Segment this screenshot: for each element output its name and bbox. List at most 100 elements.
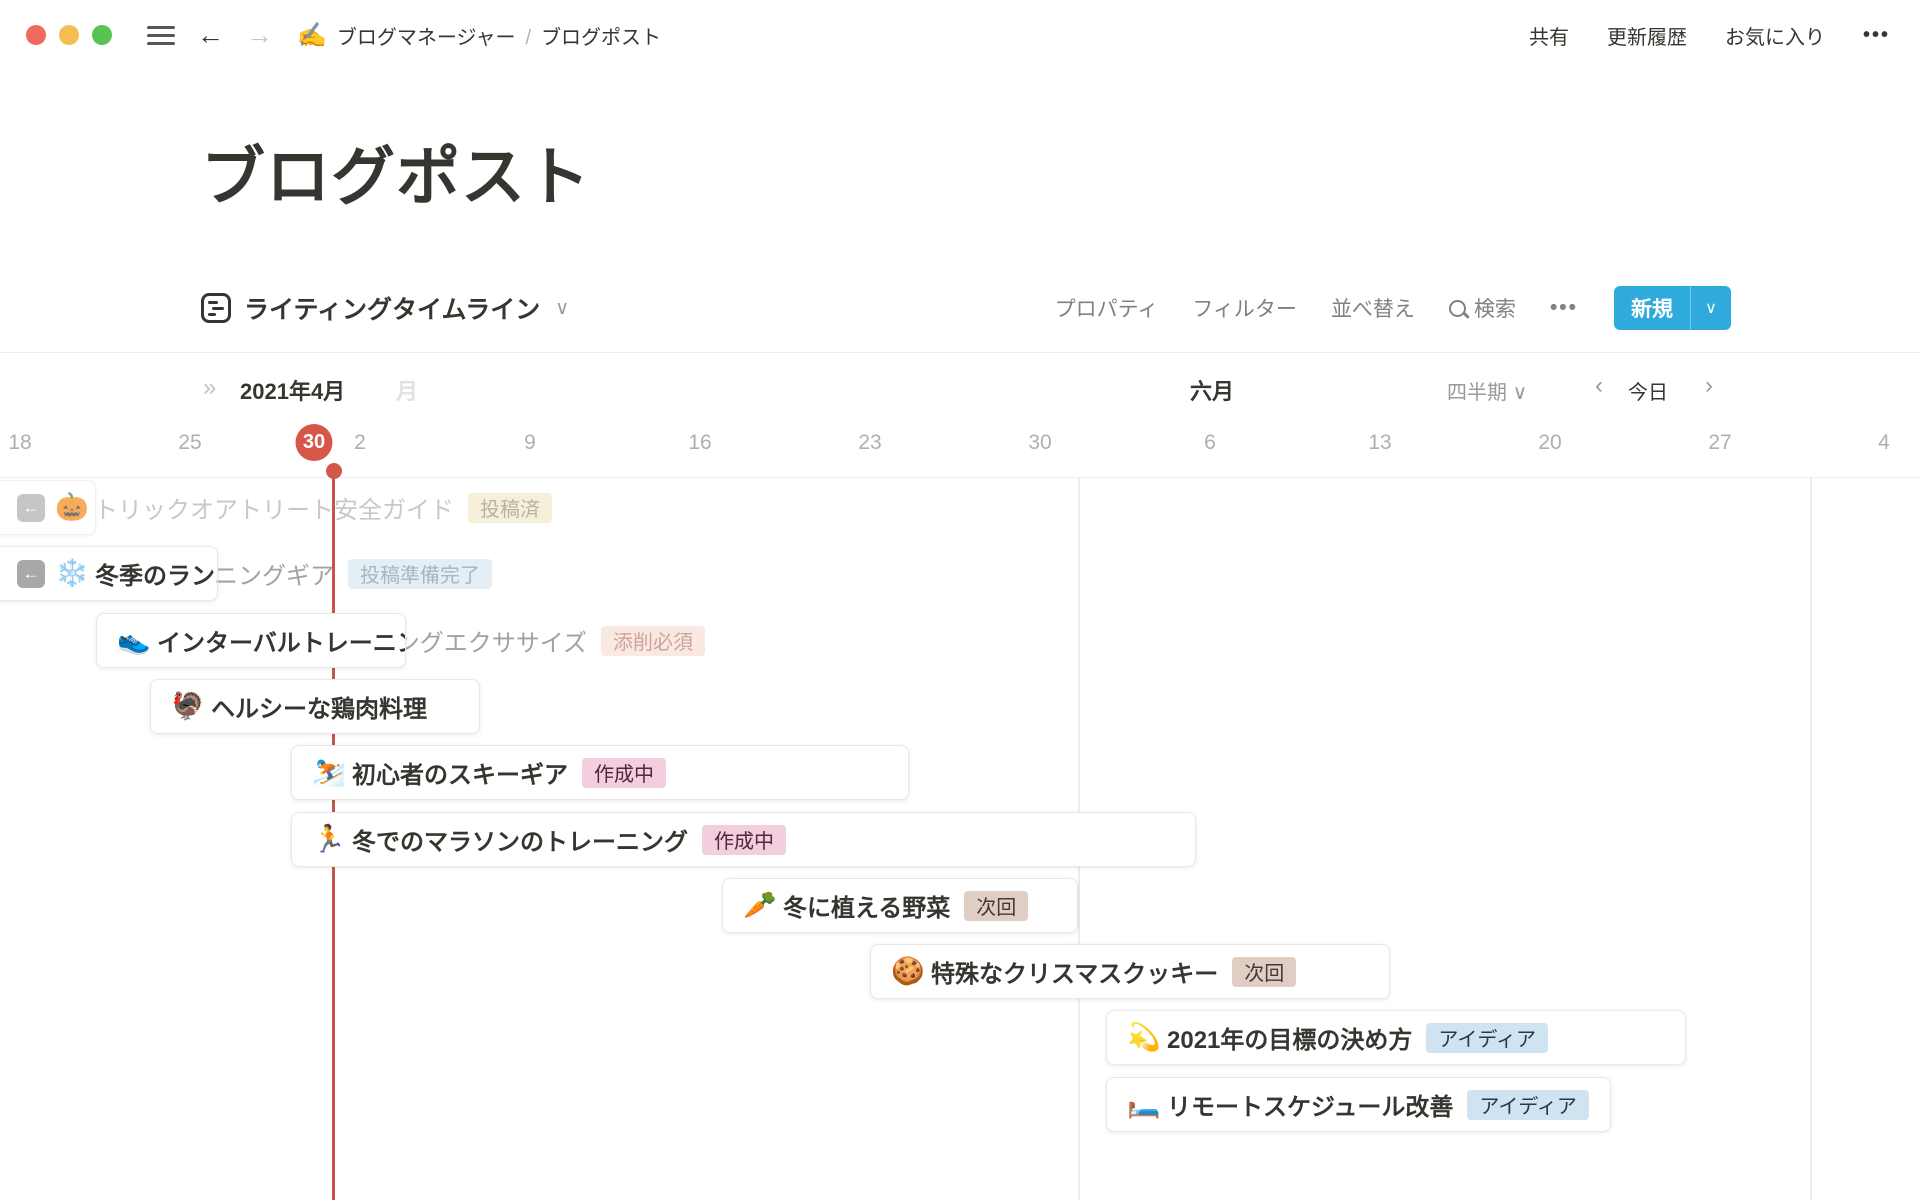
toolbar-divider — [0, 352, 1920, 353]
status-badge: 投稿準備完了 — [348, 559, 492, 589]
window-titlebar: ← → ✍️ ブログマネージャー / ブログポスト 共有 更新履歴 お気に入り ••… — [0, 0, 1920, 70]
date-tick-label: 27 — [1708, 431, 1731, 455]
date-tick-label: 4 — [1878, 431, 1890, 455]
favorite-button[interactable]: お気に入り — [1725, 21, 1825, 50]
page-title: ブログポスト — [201, 126, 591, 218]
jack-o-lantern-emoji: 🎃 — [55, 494, 85, 521]
timeline-body[interactable]: ←🎃トリックオアトリート安全ガイド投稿済←🎃トリックオアトリート安全ガイド←❄️… — [0, 478, 1920, 1200]
timeline-item-card[interactable]: 🏃 冬でのマラソンのトレーニング作成中 — [291, 812, 1196, 867]
view-name: ライティングタイムライン — [244, 290, 540, 326]
bed-emoji: 🛏️ — [1127, 1091, 1157, 1118]
today-button[interactable]: 今日 — [1628, 376, 1668, 405]
window-minimize-button[interactable] — [59, 25, 79, 45]
scroll-to-item-button[interactable]: ← — [17, 560, 45, 588]
skier-emoji: ⛷️ — [312, 759, 342, 786]
more-options-icon[interactable]: ••• — [1863, 24, 1890, 47]
timeline-item-card[interactable]: 💫 2021年の目標の決め方アイディア — [1106, 1010, 1686, 1065]
timeline-item-card[interactable]: 🛏️ リモートスケジュール改善アイディア — [1106, 1077, 1611, 1132]
window-close-button[interactable] — [26, 25, 46, 45]
scroll-to-item-button[interactable]: ← — [17, 494, 45, 522]
view-more-options-icon[interactable]: ••• — [1550, 296, 1578, 320]
timeline-item-card[interactable]: 🥕 冬に植える野菜次回 — [722, 878, 1078, 933]
status-badge: 投稿済 — [468, 493, 552, 523]
sidebar-menu-icon[interactable] — [147, 26, 175, 45]
status-badge: 作成中 — [582, 758, 666, 788]
new-button[interactable]: 新規 ∨ — [1614, 286, 1731, 330]
timeline-range-label[interactable]: 2021年4月 — [240, 374, 345, 406]
timeline-view-icon — [201, 293, 231, 323]
timeline-item-card[interactable]: ← 🎃 トリックオアトリート安全ガイド — [0, 480, 96, 535]
snowflake-emoji: ❄️ — [55, 560, 85, 587]
month-divider-line — [1810, 478, 1812, 1200]
date-tick-label: 16 — [688, 431, 711, 455]
filter-button[interactable]: フィルター — [1192, 293, 1297, 323]
item-title: 初心者のスキーギア — [352, 755, 568, 790]
status-badge: アイディア — [1426, 1023, 1548, 1053]
chevron-down-icon: ∨ — [1513, 382, 1528, 404]
share-button[interactable]: 共有 — [1529, 21, 1569, 50]
search-button[interactable]: 検索 — [1449, 293, 1516, 323]
prev-period-icon[interactable]: ‹ — [1595, 372, 1603, 400]
properties-button[interactable]: プロパティ — [1055, 293, 1159, 323]
timeline-item-card[interactable]: 🍪 特殊なクリスマスクッキー次回 — [870, 944, 1390, 999]
date-tick-label: 9 — [524, 431, 536, 455]
cookie-emoji: 🍪 — [891, 958, 921, 985]
timeline-item-card[interactable]: 🦃 ヘルシーな鶏肉料理 — [150, 679, 480, 734]
timeline-item-card[interactable]: ← ❄️ 冬季のランニングギア — [0, 546, 218, 601]
date-tick-label: 23 — [858, 431, 881, 455]
view-switcher[interactable]: ライティングタイムライン ∨ — [201, 290, 569, 326]
today-line-dot — [326, 463, 342, 479]
runner-emoji: 🏃 — [312, 826, 342, 853]
database-toolbar: ライティングタイムライン ∨ プロパティ フィルター 並べ替え 検索 ••• 新… — [201, 284, 1731, 332]
breadcrumb-current[interactable]: ブログポスト — [541, 27, 661, 49]
item-title: トリックオアトリート安全ガイド — [95, 490, 96, 525]
status-badge: 次回 — [1232, 957, 1296, 987]
running-shoe-emoji: 👟 — [117, 627, 147, 654]
back-icon[interactable]: ← — [197, 22, 224, 49]
chevron-down-icon: ∨ — [555, 297, 569, 320]
status-badge: 添削必須 — [601, 626, 705, 656]
search-icon — [1449, 300, 1466, 317]
updates-button[interactable]: 更新履歴 — [1607, 21, 1687, 50]
item-title: ヘルシーな鶏肉料理 — [211, 689, 427, 724]
date-tick-label: 2 — [354, 431, 366, 455]
forward-icon[interactable]: → — [246, 22, 273, 49]
carrot-emoji: 🥕 — [743, 892, 773, 919]
timeline-item-card[interactable]: ⛷️ 初心者のスキーギア作成中 — [291, 745, 909, 800]
ghost-month-glyph: 月 — [396, 374, 418, 406]
item-title: 2021年の目標の決め方 — [1167, 1020, 1412, 1055]
status-badge: アイディア — [1467, 1090, 1589, 1120]
window-zoom-button[interactable] — [92, 25, 112, 45]
new-button-label[interactable]: 新規 — [1614, 286, 1690, 330]
timeline-item-card[interactable]: 👟 インターバルトレーニングエクササイズ — [96, 613, 406, 668]
status-badge: 次回 — [964, 891, 1028, 921]
sort-button[interactable]: 並べ替え — [1331, 293, 1415, 323]
breadcrumb-parent[interactable]: ブログマネージャー — [337, 27, 516, 49]
month-label-june: 六月 — [1190, 374, 1234, 406]
date-tick-label: 6 — [1204, 431, 1216, 455]
new-button-chevron-icon[interactable]: ∨ — [1690, 286, 1731, 330]
status-badge: 作成中 — [702, 825, 786, 855]
item-title: リモートスケジュール改善 — [1167, 1087, 1453, 1122]
zoom-level-select[interactable]: 四半期 ∨ — [1447, 376, 1527, 405]
item-title: 冬でのマラソンのトレーニング — [352, 822, 688, 857]
item-title: 冬季のランニングギア — [95, 556, 218, 591]
date-tick-label: 18 — [8, 431, 31, 455]
breadcrumb-separator: / — [526, 27, 532, 49]
date-tick-label: 13 — [1368, 431, 1391, 455]
item-title: インターバルトレーニングエクササイズ — [157, 623, 406, 658]
date-scale: 18 25 30 2 9 16 23 30 6 13 20 27 4 — [0, 424, 1920, 464]
dizzy-emoji: 💫 — [1127, 1024, 1157, 1051]
breadcrumb: ブログマネージャー / ブログポスト — [337, 21, 661, 50]
today-date-marker: 30 — [296, 424, 333, 461]
page-emoji-icon: ✍️ — [297, 21, 327, 50]
item-title: 冬に植える野菜 — [783, 888, 950, 923]
date-tick-label: 25 — [178, 431, 201, 455]
item-title-overflow: トリックオアトリート安全ガイド — [94, 490, 454, 525]
date-tick-label: 20 — [1538, 431, 1561, 455]
next-period-icon[interactable]: › — [1705, 372, 1713, 400]
fast-forward-icon[interactable]: » — [203, 374, 216, 402]
date-tick-label: 30 — [1028, 431, 1051, 455]
item-title: 特殊なクリスマスクッキー — [931, 954, 1218, 989]
turkey-emoji: 🦃 — [171, 693, 201, 720]
